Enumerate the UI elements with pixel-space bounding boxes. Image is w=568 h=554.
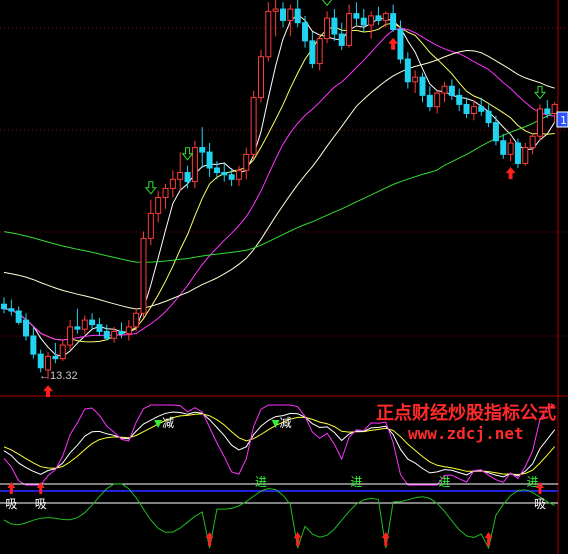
candle <box>243 147 250 180</box>
candle <box>316 34 323 71</box>
candle <box>419 72 426 103</box>
candle <box>551 102 558 123</box>
candle <box>375 6 382 25</box>
ma20-line <box>3 27 555 341</box>
candle <box>81 315 88 334</box>
sell-label: 减 <box>280 416 292 430</box>
buy-label: 进 <box>439 475 451 489</box>
candle <box>507 138 514 162</box>
candle <box>331 9 338 41</box>
stock-chart: 进进进进减 减吸吸吸 正点财经炒股指标公式 www.zdcj.net ←13.32… <box>0 0 568 554</box>
candle <box>368 11 375 39</box>
candle <box>404 52 411 89</box>
candle <box>448 79 455 100</box>
candle <box>118 322 125 339</box>
buy-arrow-icon <box>505 167 516 180</box>
candle <box>426 86 433 112</box>
candle <box>324 11 331 44</box>
candle <box>191 140 198 189</box>
absorb-label: 吸 <box>35 497 47 511</box>
spike-arrow-icon <box>381 532 390 546</box>
candle <box>221 163 228 182</box>
candle <box>8 299 15 316</box>
candle <box>199 127 206 168</box>
absorb-label: 吸 <box>534 497 546 511</box>
candle <box>206 143 213 178</box>
ma10-line <box>3 22 555 343</box>
candle <box>434 90 441 114</box>
candle <box>500 133 507 159</box>
candle <box>360 9 367 32</box>
candle <box>155 190 162 223</box>
candle <box>140 231 147 318</box>
candle <box>30 326 37 359</box>
svg-text:1: 1 <box>560 114 567 127</box>
watermark-url: www.zdcj.net <box>408 424 524 443</box>
candle <box>353 2 360 25</box>
candle <box>514 138 521 168</box>
candle <box>536 104 543 141</box>
candle <box>412 70 419 94</box>
candle <box>522 143 529 166</box>
candle <box>529 133 536 155</box>
green-oscillator <box>3 483 555 550</box>
candle <box>346 4 353 48</box>
candle <box>169 170 176 198</box>
candle <box>456 88 463 112</box>
candle <box>147 199 154 246</box>
candle <box>59 340 66 361</box>
sell-arrow-icon <box>321 0 333 7</box>
sell-arrow-icon <box>154 420 163 428</box>
watermark-title: 正点财经炒股指标公式 <box>376 402 556 424</box>
candle <box>265 2 272 62</box>
candle <box>250 90 257 159</box>
ma5-line <box>3 13 556 357</box>
candle <box>382 11 389 28</box>
candle <box>309 31 316 69</box>
low-price-annotation: ←13.32 <box>39 370 78 382</box>
candle <box>294 0 301 28</box>
candle <box>280 2 286 28</box>
candle <box>103 324 110 341</box>
buy-arrow-icon <box>388 37 399 50</box>
sell-label: 减 <box>162 416 174 430</box>
candle <box>74 308 81 334</box>
candle <box>441 81 448 103</box>
sell-arrow-icon <box>144 181 157 195</box>
ma60-line <box>3 111 555 263</box>
candle <box>125 320 132 341</box>
candle <box>272 0 279 37</box>
candle <box>287 4 294 37</box>
ma30-line <box>3 49 555 310</box>
candle <box>89 313 96 330</box>
candle <box>96 317 103 336</box>
candle <box>302 15 309 48</box>
buy-label: 进 <box>350 475 362 489</box>
candle <box>162 183 169 209</box>
candle <box>338 22 345 50</box>
candle <box>485 104 492 128</box>
price-tag[interactable]: 1 <box>556 111 568 128</box>
sell-arrow-icon <box>181 147 194 161</box>
candle <box>23 313 30 341</box>
candlesticks <box>1 0 558 380</box>
candle <box>37 349 44 373</box>
candle <box>177 152 184 191</box>
candle <box>67 320 74 350</box>
sell-arrow-icon <box>533 85 547 100</box>
candle <box>15 306 22 325</box>
buy-arrow-icon <box>43 385 54 398</box>
moving-average-lines <box>3 13 556 357</box>
candle <box>1 297 7 314</box>
candle <box>257 49 264 103</box>
candle <box>463 97 470 119</box>
buy-label: 进 <box>255 475 267 489</box>
absorb-label: 吸 <box>5 497 17 511</box>
candle <box>390 4 397 32</box>
